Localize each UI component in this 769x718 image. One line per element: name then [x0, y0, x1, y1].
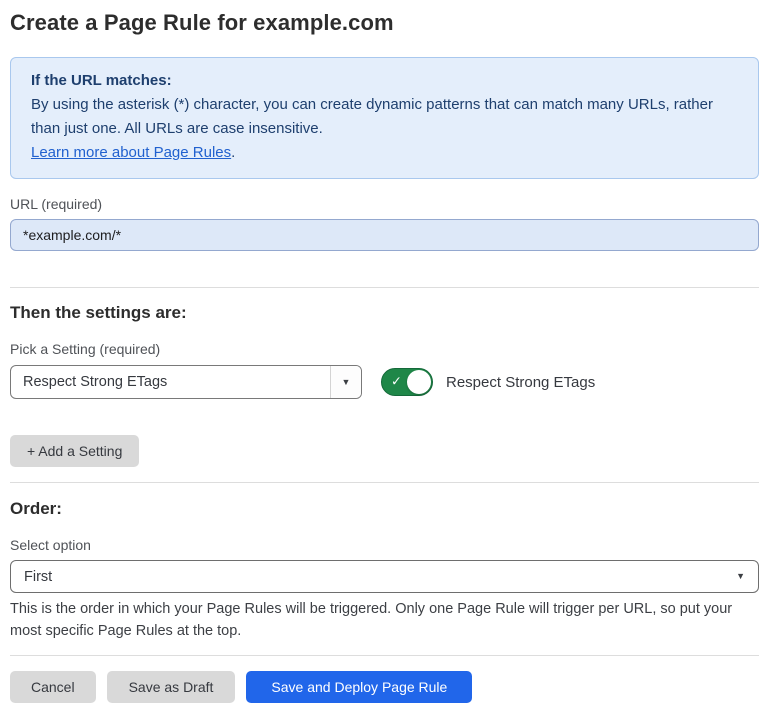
check-icon: ✓ — [391, 374, 402, 390]
add-setting-button[interactable]: + Add a Setting — [10, 435, 139, 467]
settings-section-heading: Then the settings are: — [10, 302, 759, 324]
setting-select-dropdown[interactable]: Respect Strong ETags ▼ — [10, 365, 362, 399]
setting-select-value: Respect Strong ETags — [11, 366, 330, 398]
link-suffix: . — [231, 144, 235, 161]
chevron-down-icon: ▼ — [342, 378, 351, 387]
footer-actions: Cancel Save as Draft Save and Deploy Pag… — [10, 671, 759, 703]
toggle-knob — [407, 370, 431, 394]
setting-row: Respect Strong ETags ▼ ✓ Respect Strong … — [10, 365, 759, 399]
pick-setting-label: Pick a Setting (required) — [10, 341, 759, 357]
info-box-heading: If the URL matches: — [31, 69, 738, 93]
url-field-label: URL (required) — [10, 196, 759, 212]
page-title: Create a Page Rule for example.com — [10, 8, 759, 38]
order-select-label: Select option — [10, 537, 759, 553]
info-box-body: By using the asterisk (*) character, you… — [31, 93, 731, 141]
create-page-rule-form: Create a Page Rule for example.com If th… — [0, 0, 769, 703]
setting-select-arrow-button[interactable]: ▼ — [330, 366, 361, 398]
order-section-heading: Order: — [10, 498, 759, 520]
order-select-dropdown[interactable]: First ▼ — [10, 560, 759, 593]
footer-divider — [10, 655, 759, 656]
cancel-button[interactable]: Cancel — [10, 671, 96, 703]
info-box-link-line: Learn more about Page Rules. — [31, 141, 738, 165]
section-divider — [10, 287, 759, 288]
order-help-text: This is the order in which your Page Rul… — [10, 598, 755, 642]
setting-toggle-label: Respect Strong ETags — [446, 374, 595, 391]
chevron-down-icon: ▼ — [736, 572, 745, 581]
section-divider — [10, 482, 759, 483]
url-match-info-box: If the URL matches: By using the asteris… — [10, 57, 759, 179]
url-input[interactable] — [10, 219, 759, 251]
learn-more-link[interactable]: Learn more about Page Rules — [31, 144, 231, 161]
save-deploy-button[interactable]: Save and Deploy Page Rule — [246, 671, 472, 703]
setting-toggle[interactable]: ✓ — [381, 368, 433, 396]
order-select-value: First — [24, 569, 52, 585]
save-draft-button[interactable]: Save as Draft — [107, 671, 236, 703]
